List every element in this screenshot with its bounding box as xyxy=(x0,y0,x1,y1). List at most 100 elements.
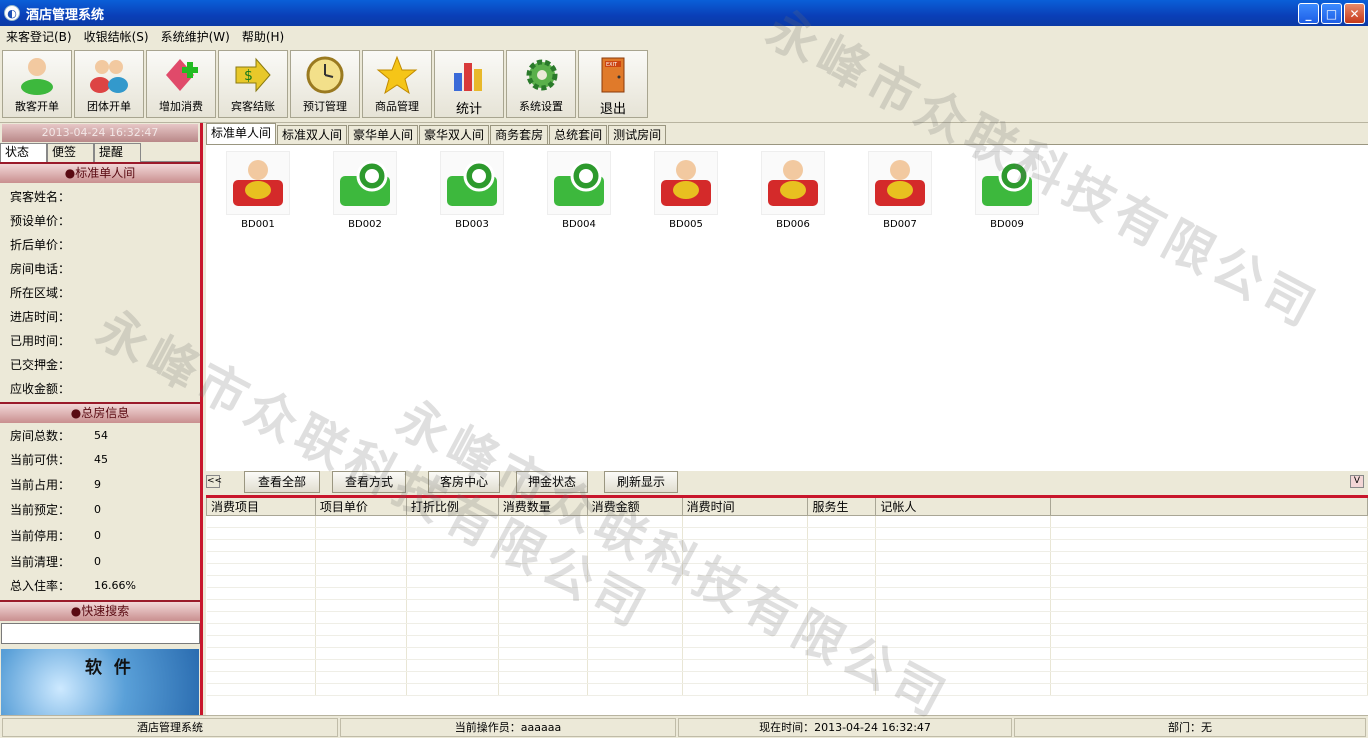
table-cell xyxy=(206,683,316,696)
collapse-right-button[interactable]: V xyxy=(1350,475,1364,488)
walkin-checkin-button[interactable]: 散客开单 xyxy=(2,50,72,118)
table-cell xyxy=(498,659,588,672)
room-tile[interactable]: BD004 xyxy=(547,151,611,233)
menu-cashier[interactable]: 收银结帐(S) xyxy=(78,28,155,45)
system-settings-button[interactable]: 系统设置 xyxy=(506,50,576,118)
room-grid: BD001 BD002 BD003 BD004 BD005 BD006 BD007 BD009 xyxy=(206,144,1368,471)
stats-icon xyxy=(447,54,491,96)
room-tile[interactable]: BD002 xyxy=(333,151,397,233)
room-center-button[interactable]: 客房中心 xyxy=(428,471,500,493)
tab-test-room[interactable]: 测试房间 xyxy=(608,125,667,144)
tab-deluxe-single[interactable]: 豪华单人间 xyxy=(348,125,419,144)
available-room-icon xyxy=(547,151,611,215)
table-cell xyxy=(807,611,877,624)
room-tile[interactable]: BD006 xyxy=(761,151,825,233)
tab-reminder[interactable]: 提醒 xyxy=(94,143,141,162)
summary-section-header: ●总房信息 xyxy=(0,402,200,423)
table-cell xyxy=(875,659,1052,672)
statistics-button[interactable]: 统计 xyxy=(434,50,504,118)
collapse-left-button[interactable]: << xyxy=(206,475,222,488)
summary-row: 当前预定： 0 xyxy=(0,497,200,521)
table-cell xyxy=(875,575,1052,588)
available-room-icon xyxy=(975,151,1039,215)
menu-help[interactable]: 帮助(H) xyxy=(236,28,290,45)
column-time[interactable]: 消费时间 xyxy=(681,498,809,516)
table-cell xyxy=(406,599,499,612)
room-tile[interactable]: BD001 xyxy=(226,151,290,233)
table-row xyxy=(206,671,1368,684)
table-cell xyxy=(315,575,407,588)
table-cell xyxy=(682,683,809,696)
menu-guest-register[interactable]: 来客登记(B) xyxy=(0,28,78,45)
table-row xyxy=(206,587,1368,600)
column-waiter[interactable]: 服务生 xyxy=(807,498,877,516)
column-discount[interactable]: 打折比例 xyxy=(405,498,499,516)
table-cell xyxy=(587,539,683,552)
tab-presidential-suite[interactable]: 总统套间 xyxy=(549,125,608,144)
table-row xyxy=(206,683,1368,696)
column-consume-item[interactable]: 消费项目 xyxy=(206,498,316,516)
column-amount[interactable]: 消费金额 xyxy=(586,498,683,516)
table-row xyxy=(206,647,1368,660)
table-cell xyxy=(406,515,499,528)
room-tile[interactable]: BD003 xyxy=(440,151,504,233)
reservation-button[interactable]: 预订管理 xyxy=(290,50,360,118)
refresh-button[interactable]: 刷新显示 xyxy=(604,471,678,493)
menu-system-maintenance[interactable]: 系统维护(W) xyxy=(155,28,236,45)
table-cell xyxy=(682,623,809,636)
person-icon xyxy=(15,54,59,96)
column-quantity[interactable]: 消费数量 xyxy=(497,498,588,516)
summary-label: 房间总数： xyxy=(10,428,71,443)
table-row xyxy=(206,575,1368,588)
room-tile[interactable]: BD009 xyxy=(975,151,1039,233)
tab-status[interactable]: 状态 xyxy=(0,143,47,162)
room-phone-field: 房间电话： xyxy=(10,261,71,276)
table-cell xyxy=(875,671,1052,684)
svg-text:$: $ xyxy=(244,68,253,84)
gear-icon xyxy=(519,54,563,96)
occupancy-rate-value: 16.66% xyxy=(94,578,136,592)
view-mode-button[interactable]: 查看方式 xyxy=(332,471,406,493)
tab-business-suite[interactable]: 商务套房 xyxy=(490,125,549,144)
table-cell xyxy=(875,635,1052,648)
table-row xyxy=(206,611,1368,624)
column-bookkeeper[interactable]: 记帐人 xyxy=(875,498,1052,516)
group-checkin-button[interactable]: 团体开单 xyxy=(74,50,144,118)
table-cell xyxy=(1050,611,1368,624)
tab-standard-double[interactable]: 标准双人间 xyxy=(277,125,348,144)
exit-button[interactable]: EXIT 退出 xyxy=(578,50,648,118)
maximize-button[interactable]: □ xyxy=(1321,3,1342,24)
room-tile[interactable]: BD005 xyxy=(654,151,718,233)
goods-management-button[interactable]: 商品管理 xyxy=(362,50,432,118)
table-cell xyxy=(587,611,683,624)
table-row xyxy=(206,515,1368,528)
toolbar-label: 增加消费 xyxy=(159,100,203,113)
deposit-status-button[interactable]: 押金状态 xyxy=(516,471,588,493)
table-cell xyxy=(206,563,316,576)
room-tile[interactable]: BD007 xyxy=(868,151,932,233)
table-cell xyxy=(206,659,316,672)
table-cell xyxy=(807,515,877,528)
table-row xyxy=(206,599,1368,612)
checkout-button[interactable]: $ 宾客结账 xyxy=(218,50,288,118)
table-cell xyxy=(807,527,877,540)
table-row xyxy=(206,563,1368,576)
table-cell xyxy=(875,515,1052,528)
table-cell xyxy=(406,563,499,576)
close-button[interactable]: ✕ xyxy=(1344,3,1365,24)
tab-deluxe-double[interactable]: 豪华双人间 xyxy=(419,125,490,144)
table-cell xyxy=(807,539,877,552)
add-consumption-button[interactable]: 增加消费 xyxy=(146,50,216,118)
table-cell xyxy=(1050,623,1368,636)
view-all-button[interactable]: 查看全部 xyxy=(244,471,320,493)
minimize-button[interactable]: _ xyxy=(1298,3,1319,24)
quick-search-input[interactable] xyxy=(1,623,200,644)
tab-standard-single[interactable]: 标准单人间 xyxy=(206,123,277,144)
tab-notes[interactable]: 便签 xyxy=(47,143,94,162)
amount-due-field: 应收金额： xyxy=(10,381,71,396)
column-unit-price[interactable]: 项目单价 xyxy=(314,498,407,516)
table-cell xyxy=(406,659,499,672)
room-number: BD003 xyxy=(455,219,489,230)
table-cell xyxy=(498,647,588,660)
table-cell xyxy=(206,527,316,540)
